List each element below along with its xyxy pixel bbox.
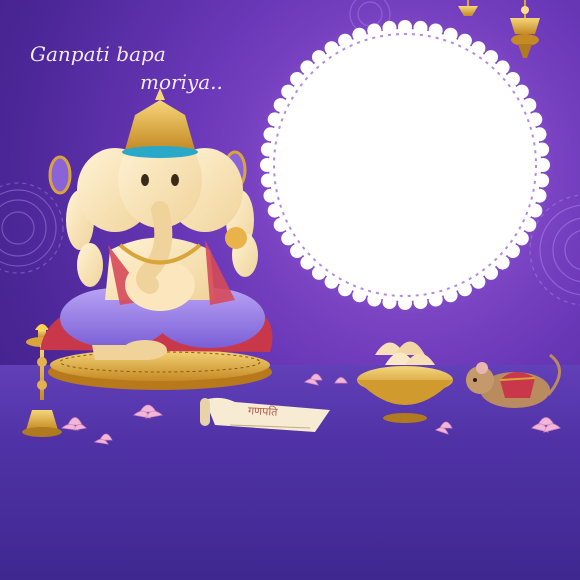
photo-frame <box>260 20 550 310</box>
mandala-icon-left <box>0 182 64 274</box>
greeting-card-canvas: Ganpati bapa moriya.. गणपति <box>0 0 580 580</box>
mouse-icon <box>466 353 561 408</box>
ganesha-idol-icon <box>40 88 273 390</box>
greeting-line-2: moriya.. <box>140 70 223 94</box>
greeting-line-1: Ganpati bapa <box>30 42 166 66</box>
modak-bowl-icon <box>357 341 453 423</box>
scroll-text: गणपति <box>247 404 278 419</box>
greeting-text: Ganpati bapa moriya.. <box>30 40 250 96</box>
